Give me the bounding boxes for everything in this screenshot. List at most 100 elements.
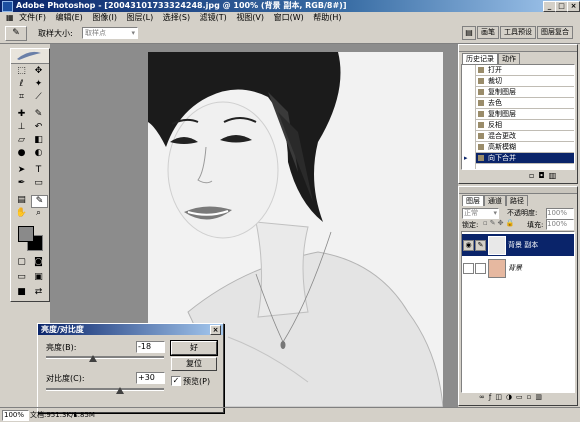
- eyedropper-tool-icon[interactable]: ✎: [31, 195, 48, 208]
- magic-wand-tool-icon[interactable]: ✦: [31, 79, 46, 90]
- link-toggle[interactable]: [475, 263, 486, 274]
- hand-tool-icon[interactable]: ✋: [14, 208, 29, 219]
- pen-tool-icon[interactable]: ✒: [14, 178, 29, 189]
- move-tool-icon[interactable]: ✥: [31, 66, 46, 77]
- history-item[interactable]: 复制图层: [476, 87, 574, 98]
- menu-filter[interactable]: 滤镜(T): [200, 13, 227, 22]
- shape-tool-icon[interactable]: ▭: [31, 178, 46, 189]
- dodge-tool-icon[interactable]: ◐: [31, 148, 46, 159]
- crop-tool-icon[interactable]: ⌗: [14, 92, 29, 103]
- visibility-toggle[interactable]: [463, 263, 474, 274]
- tab-actions[interactable]: 动作: [498, 53, 520, 64]
- path-selection-tool-icon[interactable]: ➤: [14, 165, 29, 176]
- reset-button[interactable]: 复位: [171, 357, 217, 371]
- adjustment-layer-icon[interactable]: ◑: [506, 393, 516, 401]
- slice-tool-icon[interactable]: ⟋: [31, 92, 46, 103]
- preview-checkbox[interactable]: ✓: [171, 376, 181, 386]
- mask-icon[interactable]: ◫: [495, 393, 506, 401]
- contrast-slider-thumb[interactable]: [116, 387, 124, 394]
- brightness-slider-thumb[interactable]: [89, 355, 97, 362]
- marquee-tool-icon[interactable]: ⬚: [14, 66, 29, 77]
- trash-icon[interactable]: ▥: [549, 171, 561, 180]
- tab-channels[interactable]: 通道: [484, 195, 506, 206]
- close-icon[interactable]: ×: [210, 325, 221, 335]
- tab-layers[interactable]: 图层: [462, 195, 484, 206]
- menu-select[interactable]: 选择(S): [163, 13, 190, 22]
- tab-tool-presets[interactable]: 工具预设: [500, 26, 536, 39]
- lock-options-icons[interactable]: ▫✎✥🔒: [483, 219, 516, 227]
- history-brush-source-column[interactable]: [462, 65, 476, 169]
- menu-view[interactable]: 视图(V): [236, 13, 264, 22]
- standard-screen-icon[interactable]: ▭: [14, 272, 29, 283]
- full-screen-menu-icon[interactable]: ▣: [31, 272, 46, 283]
- new-snapshot-icon[interactable]: ◘: [538, 171, 548, 180]
- menu-help[interactable]: 帮助(H): [313, 13, 341, 22]
- new-document-icon[interactable]: ▫: [529, 171, 538, 180]
- zoom-field[interactable]: 100%: [2, 410, 29, 421]
- history-item[interactable]: 打开: [476, 65, 574, 76]
- brush-icon[interactable]: ✎: [475, 240, 486, 251]
- chevron-down-icon: ▾: [131, 29, 135, 37]
- history-item[interactable]: 高斯模糊: [476, 142, 574, 153]
- eraser-tool-icon[interactable]: ▱: [14, 135, 29, 146]
- history-item[interactable]: 混合更改: [476, 131, 574, 142]
- foreground-color-swatch[interactable]: [18, 226, 34, 242]
- jump-to-imageready-icon[interactable]: ⇄: [31, 287, 46, 298]
- history-panel-titlebar[interactable]: [459, 45, 577, 52]
- contrast-input[interactable]: +30: [136, 372, 165, 384]
- history-item[interactable]: 裁切: [476, 76, 574, 87]
- type-tool-icon[interactable]: T: [31, 165, 46, 176]
- history-item[interactable]: 反相: [476, 120, 574, 131]
- blend-mode-select[interactable]: 正常 ▾: [462, 208, 499, 219]
- dialog-titlebar[interactable]: 亮度/对比度 ×: [38, 324, 223, 335]
- layer-row-selected[interactable]: ◉ ✎ 背景 副本: [462, 234, 574, 256]
- menu-window[interactable]: 窗口(W): [274, 13, 304, 22]
- tab-paths[interactable]: 路径: [506, 195, 528, 206]
- opacity-field[interactable]: 100%: [546, 208, 574, 219]
- layer-row[interactable]: 背景: [462, 257, 574, 279]
- trash-icon[interactable]: ▥: [535, 393, 546, 401]
- status-menu-icon[interactable]: ▸: [74, 408, 78, 422]
- link-icon[interactable]: ∞: [479, 393, 489, 401]
- close-button[interactable]: ×: [567, 1, 580, 12]
- history-brush-tool-icon[interactable]: ↶: [31, 122, 46, 133]
- menu-image[interactable]: 图像(I): [92, 13, 117, 22]
- sample-size-value: 取样点: [85, 29, 106, 37]
- tab-brushes[interactable]: 画笔: [477, 26, 499, 39]
- gradient-tool-icon[interactable]: ◧: [31, 135, 46, 146]
- eye-icon[interactable]: ◉: [463, 240, 474, 251]
- brush-tool-icon[interactable]: ✎: [31, 109, 46, 120]
- notes-tool-icon[interactable]: ▤: [14, 195, 29, 206]
- history-item[interactable]: 复制图层: [476, 109, 574, 120]
- layers-footer-icons: ∞ƒ◫◑▭▫▥: [479, 393, 546, 401]
- full-screen-icon[interactable]: ■: [14, 287, 29, 298]
- layers-panel-titlebar[interactable]: [459, 187, 577, 194]
- fill-field[interactable]: 100%: [546, 219, 574, 230]
- clone-stamp-tool-icon[interactable]: ⊥: [14, 122, 29, 133]
- blur-tool-icon[interactable]: ●: [14, 148, 29, 159]
- tab-history[interactable]: 历史记录: [462, 53, 498, 64]
- menu-edit[interactable]: 编辑(E): [56, 13, 83, 22]
- menu-layer[interactable]: 图层(L): [127, 13, 154, 22]
- ok-button[interactable]: 好: [170, 340, 218, 356]
- tab-layer-comps[interactable]: 图层复合: [537, 26, 573, 39]
- history-list: 打开 裁切 复制图层 去色 复制图层 反相 混合更改 高斯模糊 向下合并 ▸: [461, 64, 575, 170]
- photoshop-logo-icon: [2, 1, 13, 12]
- crop-icon: [478, 78, 484, 84]
- brightness-input[interactable]: -18: [136, 341, 165, 353]
- history-item-selected[interactable]: 向下合并: [476, 153, 574, 164]
- tool-preset-picker[interactable]: ✎: [5, 26, 27, 41]
- palette-well-icon[interactable]: ▤: [462, 26, 476, 40]
- lasso-tool-icon[interactable]: ℓ: [14, 79, 29, 90]
- brightness-contrast-dialog: 亮度/对比度 × 亮度(B): -18 对比度(C): +30 好 复位 ✓ 预…: [37, 323, 224, 413]
- history-item[interactable]: 去色: [476, 98, 574, 109]
- sample-size-select[interactable]: 取样点 ▾: [82, 27, 138, 39]
- zoom-tool-icon[interactable]: ⌕: [31, 208, 46, 219]
- menu-file[interactable]: 文件(F): [19, 13, 46, 22]
- contrast-slider-track[interactable]: [46, 388, 164, 391]
- brightness-slider-track[interactable]: [46, 356, 164, 359]
- folder-icon[interactable]: ▭: [516, 393, 527, 401]
- quick-mask-icon[interactable]: ◙: [31, 257, 46, 268]
- healing-brush-tool-icon[interactable]: ✚: [14, 109, 29, 120]
- standard-mode-icon[interactable]: ▢: [14, 257, 29, 268]
